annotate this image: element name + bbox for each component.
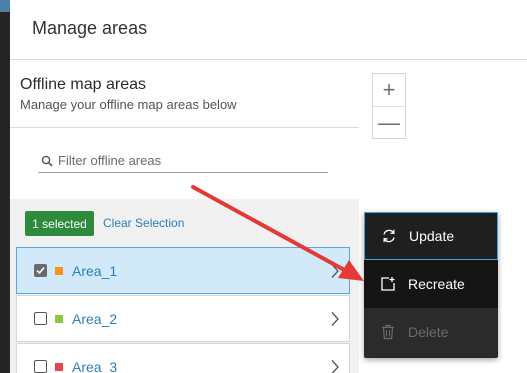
panel-title: Manage areas [32,18,148,38]
section-subtitle: Manage your offline map areas below [20,97,237,112]
zoom-controls: + — [372,73,406,139]
delete-label: Delete [408,324,449,340]
update-menu-item[interactable]: Update [364,212,498,260]
search-icon [41,155,53,167]
area-checkbox[interactable] [34,360,47,373]
check-icon [36,267,45,275]
edge-marker [0,0,10,12]
zoom-in-button[interactable]: + [373,74,405,106]
area-checkbox[interactable] [34,312,47,325]
clear-selection-link[interactable]: Clear Selection [103,216,184,230]
chevron-right-icon[interactable] [330,311,340,327]
left-edge-strip [0,0,10,373]
area-context-menu: Update Recreate Delete [364,212,498,358]
filter-field [38,149,328,173]
chevron-right-icon[interactable] [330,263,340,279]
selected-count-badge: 1 selected [25,211,94,236]
refresh-icon [383,229,395,243]
area-checkbox[interactable] [34,264,47,277]
area-color-swatch [55,362,63,371]
list-item-area-2[interactable]: Area_2 [16,295,350,342]
panel-header: Manage areas [10,0,527,60]
list-item-area-3[interactable]: Area_3 [16,343,350,373]
list-item-area-1[interactable]: Area_1 [16,247,350,294]
area-label[interactable]: Area_2 [72,311,117,327]
zoom-out-button[interactable]: — [373,106,405,138]
trash-icon [382,324,394,340]
section-title: Offline map areas [20,76,146,93]
recreate-icon [381,277,395,291]
area-color-swatch [55,266,63,275]
area-label[interactable]: Area_3 [72,359,117,373]
divider [10,127,359,128]
update-label: Update [409,228,455,244]
area-label[interactable]: Area_1 [72,263,117,279]
filter-input[interactable] [58,153,318,168]
area-color-swatch [55,314,63,323]
recreate-label: Recreate [408,276,465,292]
delete-menu-item: Delete [364,308,498,356]
recreate-menu-item[interactable]: Recreate [364,260,498,308]
chevron-right-icon[interactable] [330,359,340,373]
